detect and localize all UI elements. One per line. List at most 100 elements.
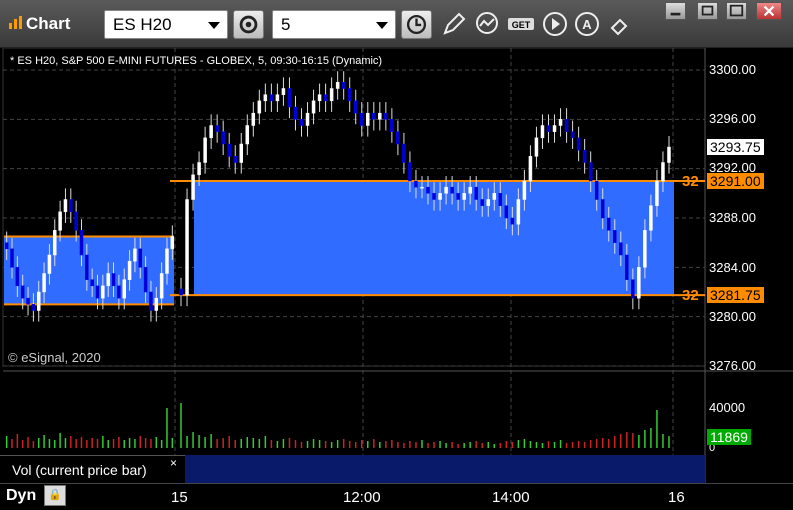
candle-body: [20, 285, 25, 299]
candle-body: [438, 193, 442, 200]
candle-body: [281, 88, 286, 95]
candle-body: [85, 254, 89, 280]
restore-icon: [701, 5, 714, 16]
get-button[interactable]: GET: [506, 10, 537, 39]
chart-header: * ES H20, S&P 500 E-MINI FUTURES - GLOBE…: [10, 55, 383, 67]
candle-body: [516, 199, 521, 225]
candle-body: [570, 131, 575, 139]
candle-body: [384, 112, 388, 120]
candle-body: [420, 186, 424, 189]
play-icon: [543, 12, 567, 36]
maximize-button[interactable]: [726, 2, 747, 20]
volume-close-icon[interactable]: ×: [170, 456, 177, 470]
candle-body: [233, 156, 237, 163]
candle-body: [15, 267, 20, 287]
candle-body: [390, 119, 394, 132]
candle-body: [275, 94, 280, 102]
symbol-settings-button[interactable]: [233, 10, 264, 39]
candle-body: [588, 162, 593, 182]
candle-body: [335, 82, 340, 89]
alert-icon: A: [575, 12, 599, 36]
candle-body: [143, 267, 148, 293]
volume-tick: 40000: [709, 400, 746, 415]
candle-body: [269, 94, 274, 102]
candle-body: [450, 186, 454, 194]
link-button[interactable]: [604, 10, 635, 39]
time-tick: 15: [171, 489, 188, 506]
minimize-icon: [670, 12, 681, 16]
candle-body: [396, 131, 400, 145]
play-button[interactable]: [540, 10, 571, 39]
candle-body: [492, 193, 497, 200]
candle-body: [426, 186, 430, 194]
alert-button[interactable]: A: [572, 10, 603, 39]
candle-body: [26, 297, 30, 305]
candle-body: [631, 279, 635, 299]
price-chart[interactable]: [0, 48, 793, 483]
candle-body: [655, 180, 659, 206]
level-price-tag: 3291.00: [707, 173, 764, 189]
minimize-button[interactable]: [665, 2, 686, 20]
level-number: 32: [682, 287, 699, 304]
candle-body: [122, 279, 126, 299]
candle-body: [558, 119, 563, 126]
interval-combo[interactable]: 5: [272, 10, 396, 39]
get-icon: GET: [508, 18, 534, 30]
price-tick: 3276.00: [709, 358, 756, 373]
lock-icon[interactable]: 🔒: [44, 485, 66, 506]
price-tick: 3300.00: [709, 62, 756, 77]
candle-body: [661, 162, 665, 182]
candle-body: [378, 112, 382, 120]
candle-body: [257, 100, 262, 114]
candle-body: [31, 304, 36, 311]
prev-session-band: [4, 236, 174, 305]
candle-body: [619, 242, 623, 256]
candle-body: [36, 291, 41, 311]
candle-body: [546, 125, 551, 132]
svg-text:A: A: [582, 17, 592, 32]
svg-text:GET: GET: [512, 20, 531, 30]
candle-body: [414, 180, 418, 188]
candle-body: [329, 88, 334, 102]
candle-body: [117, 285, 121, 299]
clock-icon: [406, 14, 427, 35]
studies-button[interactable]: [472, 10, 503, 39]
dynamic-mode-label[interactable]: Dyn: [6, 487, 36, 505]
candle-body: [366, 112, 370, 126]
candle-body: [462, 193, 466, 200]
candle-body: [101, 285, 105, 299]
time-button[interactable]: [401, 10, 432, 39]
candle-body: [127, 260, 132, 280]
restore-button[interactable]: [697, 2, 718, 20]
candle-body: [594, 180, 599, 200]
candle-body: [185, 199, 189, 296]
candle-body: [540, 125, 545, 139]
candle-body: [576, 137, 581, 151]
candle-body: [504, 205, 509, 219]
candle-body: [165, 248, 169, 274]
candle-body: [649, 205, 653, 231]
draw-button[interactable]: [438, 10, 469, 39]
candle-body: [4, 242, 9, 250]
candle-body: [341, 82, 346, 89]
candle-body: [456, 193, 460, 200]
candle-body: [359, 112, 364, 126]
candle-body: [510, 217, 515, 225]
last-price-tag: 3293.75: [707, 139, 764, 155]
candle-body: [480, 199, 484, 206]
candle-body: [600, 199, 605, 219]
time-tick: 14:00: [492, 489, 530, 506]
candle-body: [564, 119, 569, 132]
close-button[interactable]: [756, 2, 782, 20]
candle-body: [444, 186, 448, 194]
candle-body: [582, 149, 587, 163]
symbol-combo[interactable]: ES H20: [104, 10, 228, 39]
candle-body: [42, 273, 46, 293]
price-tick: 3288.00: [709, 210, 756, 225]
time-tick: 16: [668, 489, 685, 506]
candle-body: [239, 143, 244, 163]
interval-value: 5: [281, 15, 291, 34]
candle-body: [667, 146, 671, 163]
candle-body: [305, 112, 310, 126]
candle-body: [498, 193, 503, 206]
